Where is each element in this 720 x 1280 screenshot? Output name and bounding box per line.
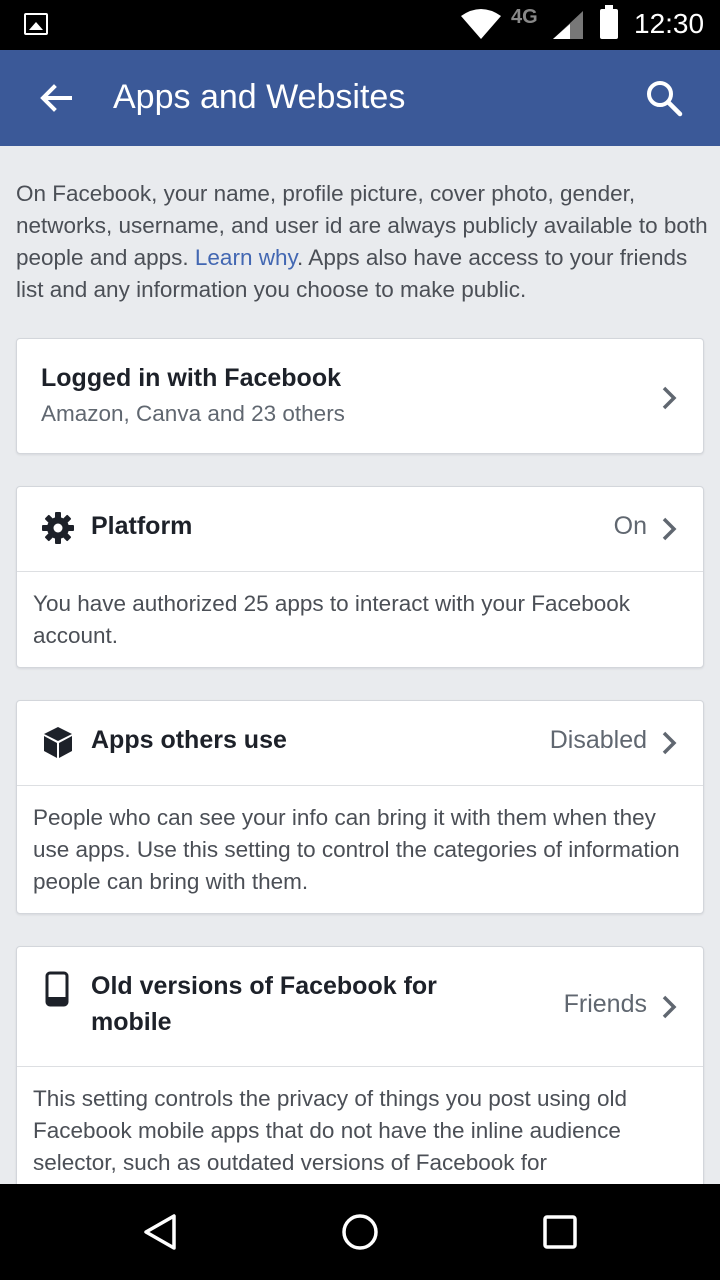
old-versions-title-line1: Old versions of Facebook for <box>91 972 437 1000</box>
old-versions-description: This setting controls the privacy of thi… <box>33 1086 628 1175</box>
cube-icon <box>44 727 72 758</box>
status-bar: 4G 12:30 <box>0 0 720 50</box>
arrow-left-icon[interactable] <box>36 78 76 118</box>
apps-others-use-title: Apps others use <box>91 726 287 754</box>
signal-icon <box>553 11 583 39</box>
wifi-icon <box>461 9 501 39</box>
intro-text: On Facebook, your name, profile picture,… <box>16 178 711 306</box>
apps-others-use-description: People who can see your info can bring i… <box>33 805 680 894</box>
search-icon[interactable] <box>644 78 684 118</box>
recents-square-icon[interactable] <box>540 1212 580 1252</box>
platform-row[interactable]: Platform On <box>17 487 703 572</box>
logged-in-subtitle: Amazon, Canva and 23 others <box>41 401 345 426</box>
platform-card: Platform On You have authorized 25 apps … <box>16 486 704 668</box>
chevron-right-icon <box>661 731 677 755</box>
chevron-right-icon <box>661 517 677 541</box>
page-title: Apps and Websites <box>113 78 406 116</box>
app-bar: Apps and Websites <box>0 50 720 146</box>
apps-others-use-card: Apps others use Disabled People who can … <box>16 700 704 914</box>
settings-content: On Facebook, your name, profile picture,… <box>0 146 720 1184</box>
network-type-label: 4G <box>511 6 538 28</box>
gear-icon <box>42 512 74 544</box>
old-versions-title-line2: mobile <box>91 1008 172 1036</box>
back-triangle-icon[interactable] <box>140 1212 180 1252</box>
chevron-right-icon <box>661 386 677 410</box>
learn-why-link[interactable]: Learn why <box>195 245 297 270</box>
apps-others-use-row[interactable]: Apps others use Disabled <box>17 701 703 786</box>
old-versions-value: Friends <box>563 990 647 1018</box>
platform-description: You have authorized 25 apps to interact … <box>33 591 631 648</box>
logged-in-card[interactable]: Logged in with Facebook Amazon, Canva an… <box>16 338 704 454</box>
clock: 12:30 <box>634 8 705 39</box>
home-circle-icon[interactable] <box>340 1212 380 1252</box>
phone-icon <box>45 971 69 1007</box>
platform-value: On <box>613 512 647 540</box>
logged-in-title: Logged in with Facebook <box>41 364 341 392</box>
platform-title: Platform <box>91 512 193 540</box>
screen: 4G 12:30 Apps and Websites On Facebook, … <box>0 0 720 1280</box>
apps-others-use-value: Disabled <box>549 726 647 754</box>
image-notification-icon <box>24 13 48 35</box>
old-versions-row[interactable]: Old versions of Facebook for mobile Frie… <box>17 947 703 1067</box>
battery-icon <box>600 5 618 39</box>
old-versions-card: Old versions of Facebook for mobile Frie… <box>16 946 704 1184</box>
chevron-right-icon <box>661 995 677 1019</box>
system-nav-bar <box>0 1184 720 1280</box>
